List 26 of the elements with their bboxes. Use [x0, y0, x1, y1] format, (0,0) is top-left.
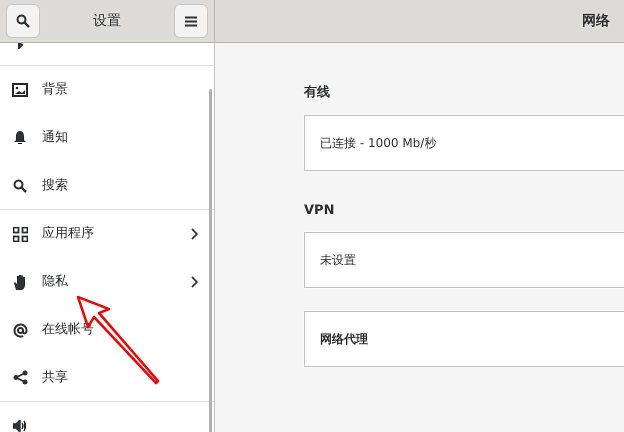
settings-row[interactable]: 网络代理: [304, 311, 624, 367]
menu-icon: [185, 16, 197, 26]
settings-row[interactable]: 已连接 - 1000 Mb/秒: [304, 114, 624, 170]
scrollbar[interactable]: [209, 89, 212, 432]
speaker-icon: [13, 420, 27, 432]
picture-icon: [12, 83, 28, 97]
search-icon: [16, 14, 30, 28]
settings-row[interactable]: 未设置: [304, 232, 624, 288]
share-icon: [12, 370, 28, 385]
sidebar-item[interactable]: 应用程序: [0, 210, 214, 258]
menu-button[interactable]: [174, 4, 208, 38]
hand-icon: [12, 274, 28, 290]
window-title: 设置: [93, 12, 121, 30]
sidebar-item[interactable]: 隐私: [0, 258, 214, 306]
bell-icon: [14, 131, 26, 145]
search-button[interactable]: [6, 4, 40, 38]
sidebar-item[interactable]: 背景: [0, 66, 214, 114]
chevron-right-icon: [191, 228, 198, 240]
chevron-right-icon: [191, 276, 198, 288]
section-heading: 有线: [304, 84, 330, 102]
at-sign-icon: [12, 322, 28, 338]
panel-title: 网络: [582, 12, 610, 30]
section-heading: VPN: [304, 202, 334, 220]
search-icon: [13, 178, 27, 192]
sidebar-item[interactable]: 通知: [0, 114, 214, 162]
app-grid-icon: [12, 226, 28, 242]
